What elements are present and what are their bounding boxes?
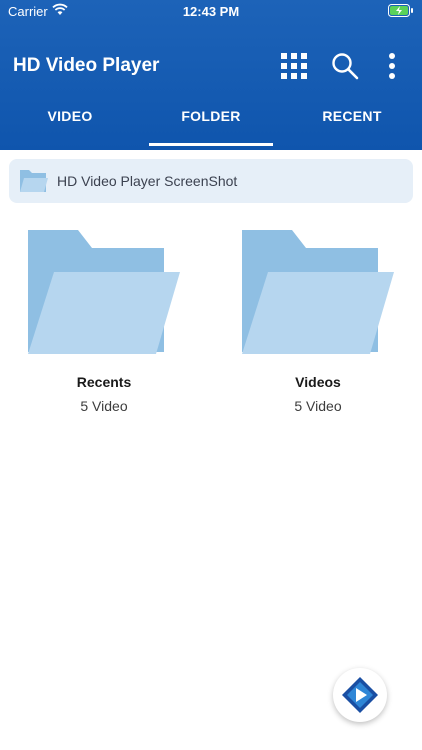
folder-icon xyxy=(28,230,180,354)
folder-name: Recents xyxy=(76,374,132,390)
search-icon[interactable] xyxy=(331,52,359,85)
breadcrumb[interactable]: HD Video Player ScreenShot xyxy=(9,159,413,203)
status-bar: Carrier 12:43 PM xyxy=(0,0,422,22)
folder-icon xyxy=(242,230,394,354)
play-logo-icon xyxy=(342,677,378,713)
tab-folder[interactable]: FOLDER xyxy=(141,108,281,148)
play-logo-button[interactable] xyxy=(333,668,387,722)
app-title: HD Video Player xyxy=(13,55,160,76)
folder-name: Videos xyxy=(295,374,341,390)
folder-video-count: 5 Video xyxy=(80,398,128,414)
more-vert-icon[interactable] xyxy=(387,52,397,85)
tab-selected-indicator xyxy=(149,143,273,146)
battery-charging-icon xyxy=(388,4,414,20)
breadcrumb-label: HD Video Player ScreenShot xyxy=(57,173,238,189)
folder-icon xyxy=(19,168,49,199)
tab-video[interactable]: VIDEO xyxy=(0,108,140,148)
folder-card-videos[interactable]: Videos 5 Video xyxy=(238,228,398,428)
tab-recent[interactable]: RECENT xyxy=(282,108,422,148)
grid-view-icon[interactable] xyxy=(280,52,308,85)
folder-video-count: 5 Video xyxy=(294,398,342,414)
folder-card-recents[interactable]: Recents 5 Video xyxy=(24,228,184,428)
app-bar: Carrier 12:43 PM HD Video Player VIDEO F… xyxy=(0,0,422,150)
status-time: 12:43 PM xyxy=(182,4,240,19)
